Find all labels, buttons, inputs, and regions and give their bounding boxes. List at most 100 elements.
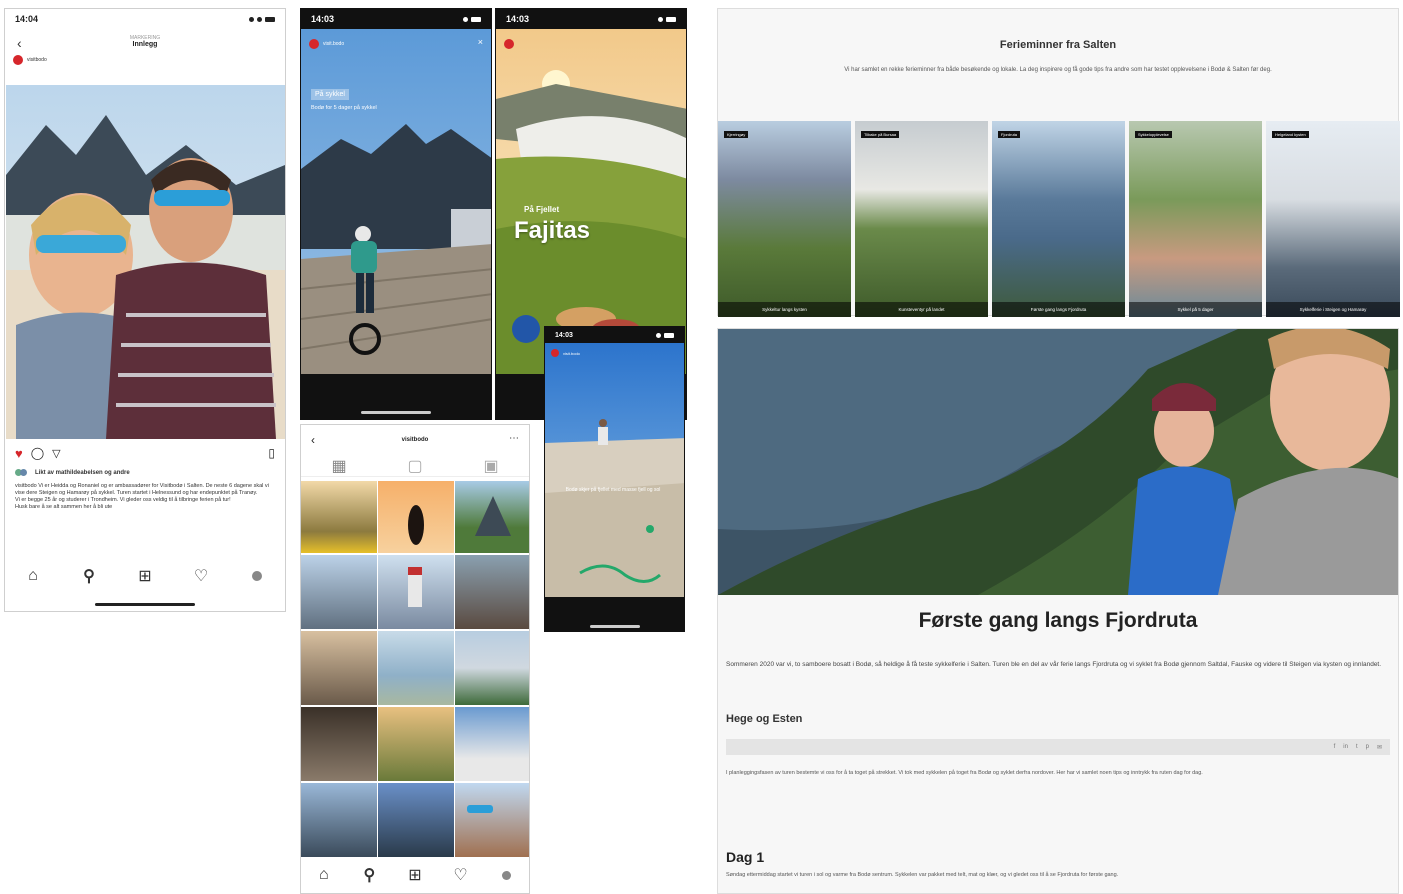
- grid-tab-icon[interactable]: ▦: [331, 458, 346, 475]
- share-icon[interactable]: ▽: [52, 447, 60, 460]
- beach-walk-image: [545, 343, 684, 597]
- grid-photo[interactable]: [378, 707, 454, 781]
- comment-icon[interactable]: ◯: [31, 446, 44, 460]
- memory-cards: Kjerringøy Sykkeltur langs kysten Tilbak…: [718, 121, 1400, 317]
- card-tag: Fjordruta: [998, 131, 1021, 138]
- photo-grid: [301, 481, 529, 861]
- home-icon[interactable]: ⌂: [26, 567, 40, 584]
- story-author-name: visit.bodo: [563, 350, 580, 356]
- memory-card[interactable]: Helgeland kysten Sykkelferie i Steigen o…: [1266, 121, 1400, 317]
- caption-paragraph-2: Vi er begge 25 år og studerer i Trondhei…: [15, 497, 231, 503]
- post-actions: ♥ ◯ ▽ ▯: [15, 445, 275, 461]
- status-time: 14:04: [15, 14, 39, 24]
- tagged-tab-icon[interactable]: ▣: [483, 458, 498, 475]
- status-bar: 14:04: [5, 9, 285, 29]
- cyclist-story-image[interactable]: [301, 29, 491, 374]
- add-post-icon[interactable]: ⊞: [138, 568, 152, 585]
- bookmark-icon[interactable]: ▯: [268, 446, 275, 460]
- section-intro: Vi har samlet en rekke ferieminner fra b…: [844, 67, 1272, 73]
- grid-photo[interactable]: [301, 481, 377, 553]
- grid-photo[interactable]: [301, 707, 377, 781]
- web-memories-section: Ferieminner fra Salten Vi har samlet en …: [717, 8, 1400, 317]
- grid-photo[interactable]: [455, 631, 529, 705]
- bottom-nav: ⌂ ⚲ ⊞ ♡: [301, 865, 529, 885]
- grid-photo[interactable]: [378, 481, 454, 553]
- story-kicker: På Fjellet: [524, 205, 560, 214]
- activity-heart-icon[interactable]: ♡: [194, 568, 208, 585]
- grid-photo[interactable]: [378, 631, 454, 705]
- story-author-avatar[interactable]: [504, 39, 514, 49]
- grid-photo[interactable]: [455, 555, 529, 629]
- story-author-avatar: [551, 349, 559, 357]
- memory-card[interactable]: Kjerringøy Sykkeltur langs kysten: [718, 121, 851, 317]
- add-post-icon[interactable]: ⊞: [408, 867, 422, 884]
- day-text: Søndag ettermiddag startet vi turen i so…: [726, 872, 1119, 878]
- author-avatar: [13, 55, 23, 65]
- status-time: 14:03: [506, 14, 530, 24]
- story-text: Bodø skjer på fjellet med masse fjell og…: [565, 487, 661, 493]
- post-author[interactable]: visitbodo: [13, 55, 47, 65]
- profile-grid-screen: ‹ visitbodo ⋯ ▦ ▢ ▣ ⌂ ⚲ ⊞ ♡: [300, 424, 530, 894]
- article-lead: Sommeren 2020 var vi, to samboere bosatt…: [726, 661, 1382, 668]
- grid-photo[interactable]: [378, 783, 454, 857]
- section-title: Ferieminner fra Salten: [999, 39, 1117, 51]
- status-bar: 14:03: [301, 9, 491, 29]
- story-author[interactable]: visit.bodo: [309, 39, 344, 49]
- card-caption: Kunsteventyr på landet: [855, 302, 988, 317]
- grid-photo[interactable]: [455, 783, 529, 857]
- fajitas-story-image[interactable]: [496, 29, 686, 374]
- story-beach-screen: 14:03 visit.bodo Bodø skjer på fjellet m…: [544, 326, 685, 632]
- home-indicator: [590, 625, 640, 628]
- igtv-tab-icon[interactable]: ▢: [407, 458, 422, 475]
- grid-photo[interactable]: [455, 481, 529, 553]
- article-hero-image: [718, 329, 1398, 595]
- linkedin-icon[interactable]: in: [1343, 744, 1348, 750]
- liker-avatars: [15, 469, 27, 476]
- selfie-beach-image: [6, 85, 285, 439]
- pinterest-icon[interactable]: p: [1366, 744, 1369, 750]
- status-time: 14:03: [311, 14, 335, 24]
- profile-header: ‹ visitbodo ⋯: [301, 425, 529, 455]
- grid-photo[interactable]: [301, 631, 377, 705]
- grid-photo[interactable]: [301, 783, 377, 857]
- search-icon[interactable]: ⚲: [362, 867, 376, 884]
- email-icon[interactable]: ✉: [1377, 744, 1382, 751]
- close-icon[interactable]: ×: [478, 37, 483, 47]
- profile-tabs: ▦ ▢ ▣: [301, 455, 529, 477]
- card-tag: Kjerringøy: [724, 131, 749, 138]
- day-heading: Dag 1: [726, 849, 765, 865]
- profile-avatar-icon[interactable]: [499, 868, 513, 882]
- grid-photo[interactable]: [455, 707, 529, 781]
- card-caption: Sykkelferie i Steigen og Hamarøy: [1266, 302, 1400, 317]
- story-subline: Bodø for 5 dager på sykkel: [311, 105, 377, 111]
- memory-card[interactable]: Fjordruta Første gang langs Fjordruta: [992, 121, 1125, 317]
- story-cycling-screen: 14:03 visit.bodo × På sykkel Bodø for 5 …: [300, 8, 492, 420]
- more-options-icon[interactable]: ⋯: [509, 433, 519, 444]
- card-tag: Tilbake på Bursaa: [861, 131, 900, 138]
- article-body: I planleggingsfasen av turen bestemte vi…: [726, 770, 1203, 776]
- post-caption: visitbodo Vi er Heidda og Ronaniel og er…: [15, 483, 273, 511]
- caption-paragraph-1: visitbodo Vi er Heidda og Ronaniel og er…: [15, 483, 269, 496]
- status-bar: 14:03: [545, 327, 684, 343]
- story-author-avatar: [309, 39, 319, 49]
- home-icon[interactable]: ⌂: [317, 866, 331, 883]
- story-headline: På sykkel: [311, 89, 349, 100]
- memory-card[interactable]: Tilbake på Bursaa Kunsteventyr på landet: [855, 121, 988, 317]
- facebook-icon[interactable]: f: [1334, 744, 1336, 750]
- grid-photo[interactable]: [301, 555, 377, 629]
- twitter-icon[interactable]: t: [1356, 744, 1358, 750]
- status-time: 14:03: [555, 331, 573, 339]
- grid-photo[interactable]: [378, 555, 454, 629]
- heart-icon[interactable]: ♥: [15, 446, 23, 461]
- activity-heart-icon[interactable]: ♡: [453, 867, 467, 884]
- beach-story-image[interactable]: [545, 343, 684, 597]
- memory-card[interactable]: Sykkelopplevelse Sykkel på 5 dager: [1129, 121, 1262, 317]
- post-photo[interactable]: [6, 85, 285, 439]
- profile-avatar-icon[interactable]: [250, 569, 264, 583]
- card-tag: Helgeland kysten: [1272, 131, 1309, 138]
- home-indicator: [95, 603, 195, 606]
- share-bar: f in t p ✉: [726, 739, 1390, 755]
- story-headline: Fajitas: [514, 217, 591, 244]
- search-icon[interactable]: ⚲: [82, 568, 96, 585]
- story-author[interactable]: visit.bodo: [551, 349, 580, 357]
